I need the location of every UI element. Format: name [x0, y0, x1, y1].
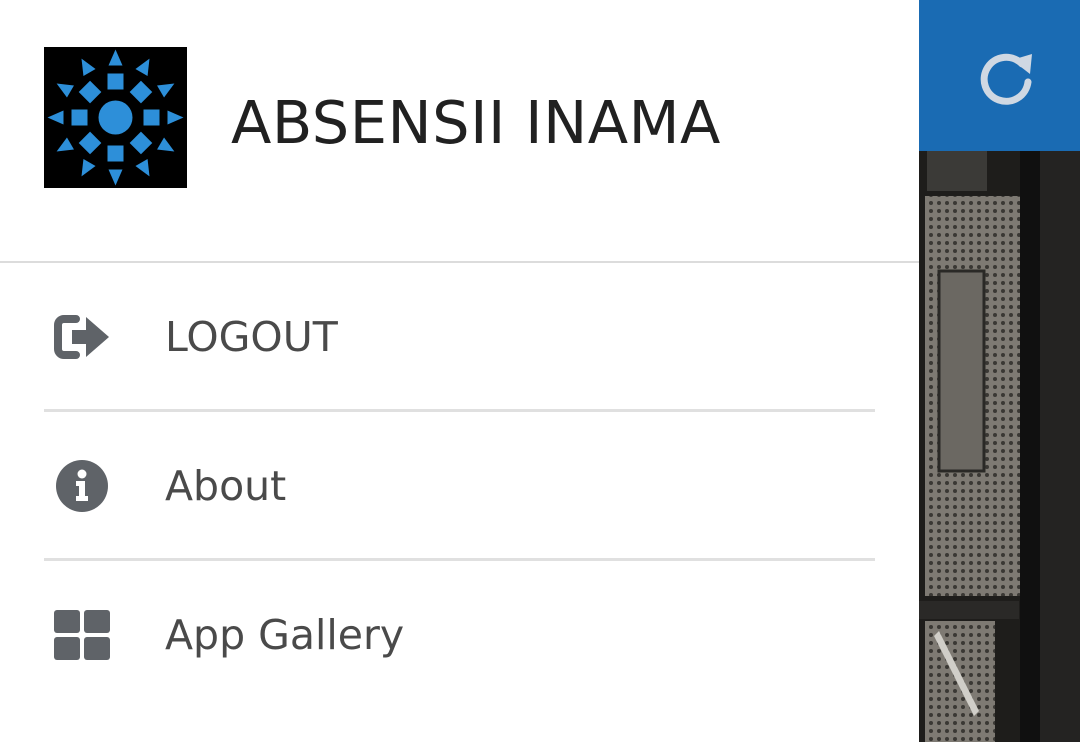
menu-item-logout[interactable]: LOGOUT — [0, 263, 919, 411]
main-content-backdrop[interactable] — [919, 0, 1080, 742]
grid-icon — [54, 607, 110, 663]
menu-item-label: About — [165, 462, 287, 510]
menu-item-app-gallery[interactable]: App Gallery — [0, 561, 919, 709]
navigation-drawer: ABSENSII INAMA LOGOUT About App Gallery — [0, 0, 919, 742]
app-logo — [44, 47, 187, 188]
menu-item-label: LOGOUT — [165, 313, 338, 361]
app-screen: ABSENSII INAMA LOGOUT About App Gallery — [0, 0, 1080, 742]
drawer-header: ABSENSII INAMA — [0, 0, 919, 262]
app-toolbar — [919, 0, 1080, 151]
refresh-button[interactable] — [974, 44, 1038, 108]
info-icon — [54, 458, 110, 514]
sun-logo-icon — [44, 47, 187, 188]
camera-preview-image — [919, 151, 1080, 742]
app-title: ABSENSII INAMA — [231, 88, 721, 157]
menu-item-about[interactable]: About — [0, 412, 919, 560]
menu-item-label: App Gallery — [165, 611, 405, 659]
refresh-icon — [980, 53, 1032, 105]
logout-icon — [54, 309, 110, 365]
